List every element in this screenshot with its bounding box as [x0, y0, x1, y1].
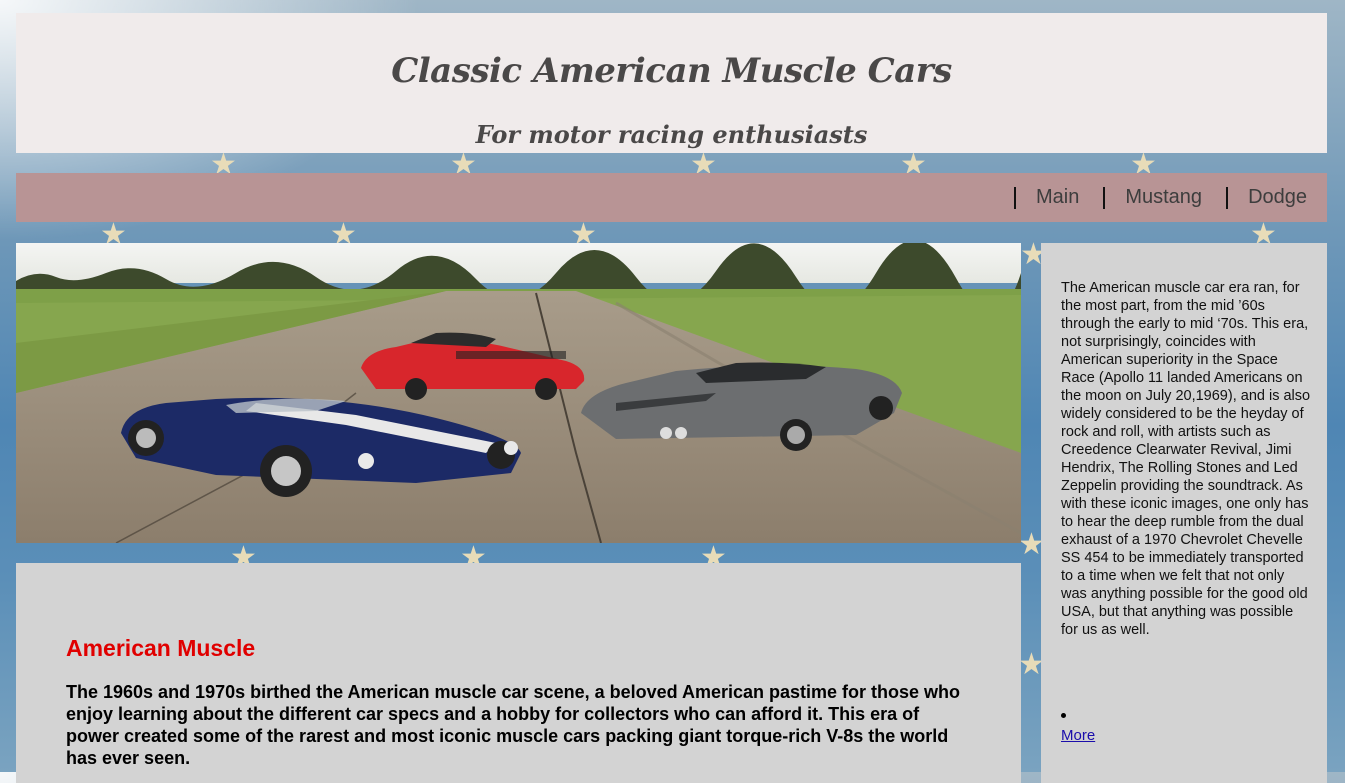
nav-label[interactable]: Mustang — [1125, 186, 1202, 209]
main-article: American Muscle The 1960s and 1970s birt… — [16, 563, 1021, 783]
sidebar-text: The American muscle car era ran, for the… — [1061, 280, 1311, 638]
site-header: Classic American Muscle Cars For motor r… — [16, 13, 1327, 153]
nav-label[interactable]: Main — [1036, 186, 1079, 209]
more-link[interactable]: More — [1061, 727, 1095, 744]
nav-item-mustang[interactable]: Mustang — [1079, 186, 1202, 209]
sidebar: The American muscle car era ran, for the… — [1041, 243, 1327, 783]
nav-item-main[interactable]: Main — [990, 186, 1079, 209]
list-bullet — [1061, 713, 1066, 718]
nav-item-dodge[interactable]: Dodge — [1202, 186, 1307, 209]
site-subtitle: For motor racing enthusiasts — [475, 120, 868, 149]
nav-separator — [1013, 186, 1016, 209]
site-title: Classic American Muscle Cars — [391, 51, 952, 91]
nav-list: Main Mustang Dodge — [990, 173, 1307, 222]
article-heading: American Muscle — [66, 635, 256, 661]
hero-cars-illustration — [16, 243, 1021, 543]
hero-image — [16, 243, 1021, 543]
nav-separator — [1226, 186, 1229, 209]
main-nav: Main Mustang Dodge — [16, 173, 1327, 222]
article-body: The 1960s and 1970s birthed the American… — [66, 682, 961, 768]
nav-separator — [1103, 186, 1106, 209]
nav-label[interactable]: Dodge — [1248, 186, 1307, 209]
